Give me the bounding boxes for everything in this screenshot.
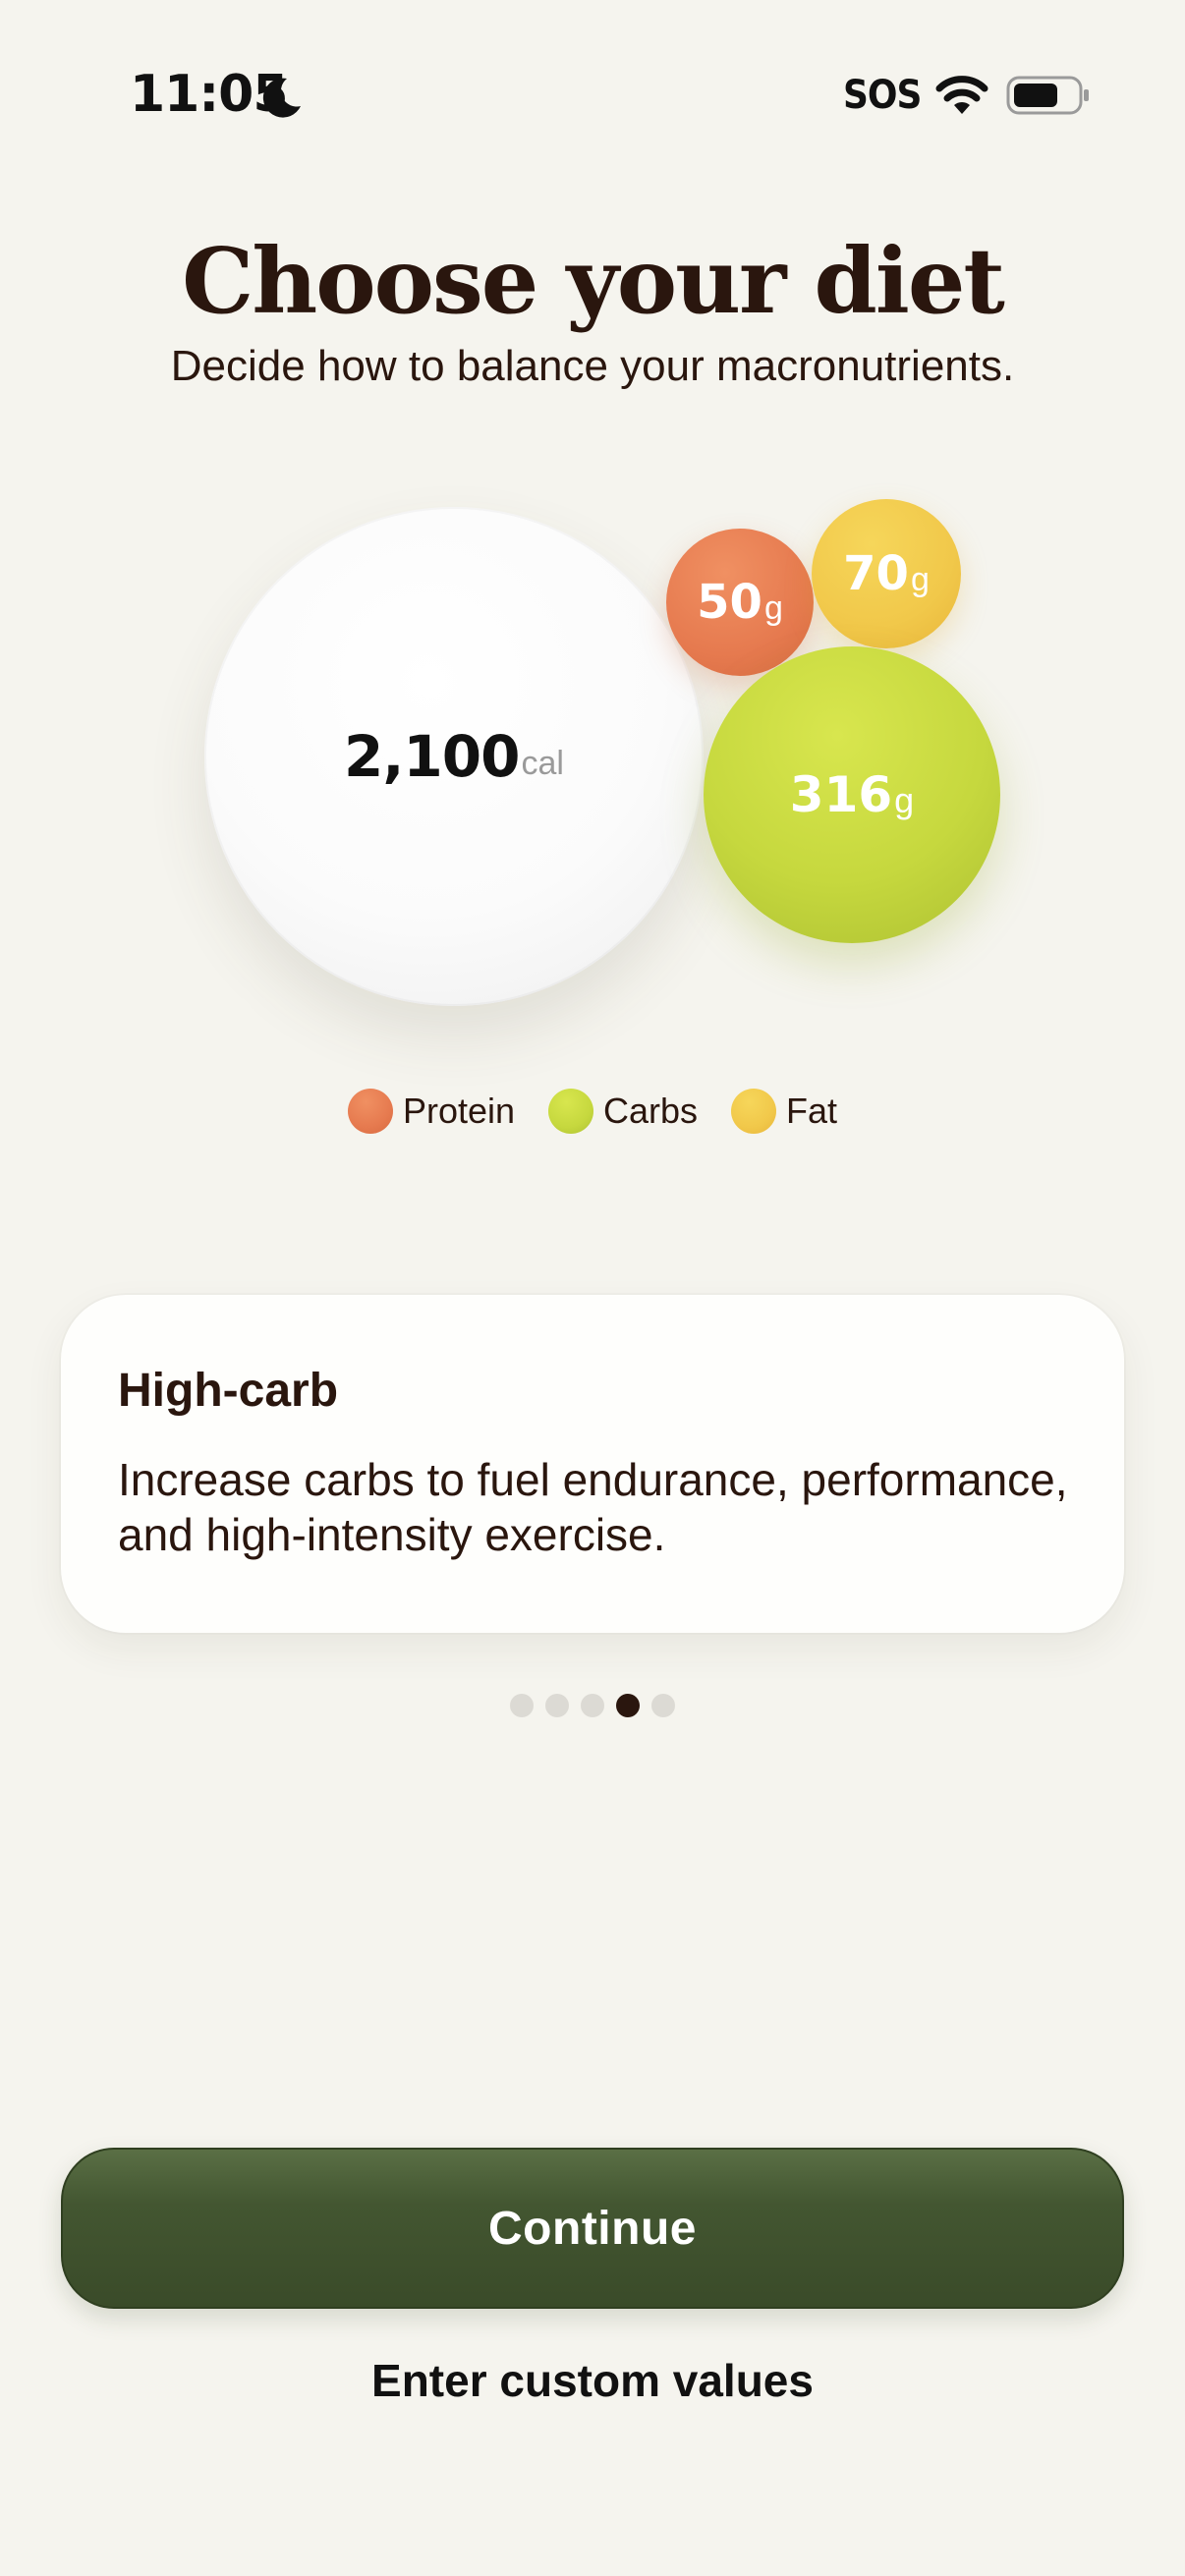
carbs-dot-icon	[548, 1089, 594, 1134]
calories-unit: cal	[521, 744, 564, 782]
page-dot-2[interactable]	[545, 1694, 569, 1717]
continue-button[interactable]: Continue	[61, 2148, 1124, 2309]
diet-option-title: High-carb	[118, 1365, 339, 1417]
wifi-icon	[935, 76, 988, 114]
page-title: Choose your diet	[182, 228, 1005, 334]
legend-label-fat: Fat	[786, 1091, 838, 1131]
protein-bubble: 50 g	[666, 529, 814, 676]
legend-item-fat: Fat	[731, 1089, 837, 1134]
moon-icon	[262, 78, 301, 118]
diet-option-card[interactable]: High-carb Increase carbs to fuel enduran…	[61, 1295, 1124, 1633]
fat-value: 70	[843, 546, 909, 601]
legend-item-protein: Protein	[347, 1089, 516, 1134]
calories-bubble: 2,100 cal	[204, 507, 704, 1006]
page-dot-5[interactable]	[651, 1694, 675, 1717]
page-indicator	[0, 1694, 1185, 1717]
page-dot-1[interactable]	[510, 1694, 534, 1717]
legend-label-carbs: Carbs	[603, 1091, 699, 1131]
calories-value: 2,100	[344, 723, 520, 790]
legend-item-carbs: Carbs	[548, 1089, 698, 1134]
page-dot-4[interactable]	[616, 1694, 640, 1717]
protein-unit: g	[763, 588, 783, 627]
diet-option-description: Increase carbs to fuel endurance, perfor…	[118, 1454, 1068, 1560]
fat-unit: g	[910, 560, 930, 598]
protein-value: 50	[697, 575, 762, 630]
protein-dot-icon	[347, 1089, 393, 1134]
carbs-value: 316	[789, 766, 893, 823]
page-subtitle: Decide how to balance your macronutrient…	[170, 342, 1015, 390]
carbs-bubble: 316 g	[704, 646, 1000, 943]
carbs-unit: g	[894, 780, 915, 820]
fat-dot-icon	[731, 1089, 777, 1134]
battery-icon	[1006, 76, 1089, 115]
sos-indicator: SOS	[843, 73, 922, 118]
enter-custom-values-link[interactable]: Enter custom values	[0, 2354, 1185, 2407]
diet-selection-screen: 11:05 SOS Choose your diet Decide how to…	[0, 0, 1185, 2576]
fat-bubble: 70 g	[812, 499, 961, 648]
page-dot-3[interactable]	[581, 1694, 604, 1717]
macro-legend: Protein Carbs Fat	[0, 1089, 1185, 1134]
legend-label-protein: Protein	[402, 1091, 516, 1131]
